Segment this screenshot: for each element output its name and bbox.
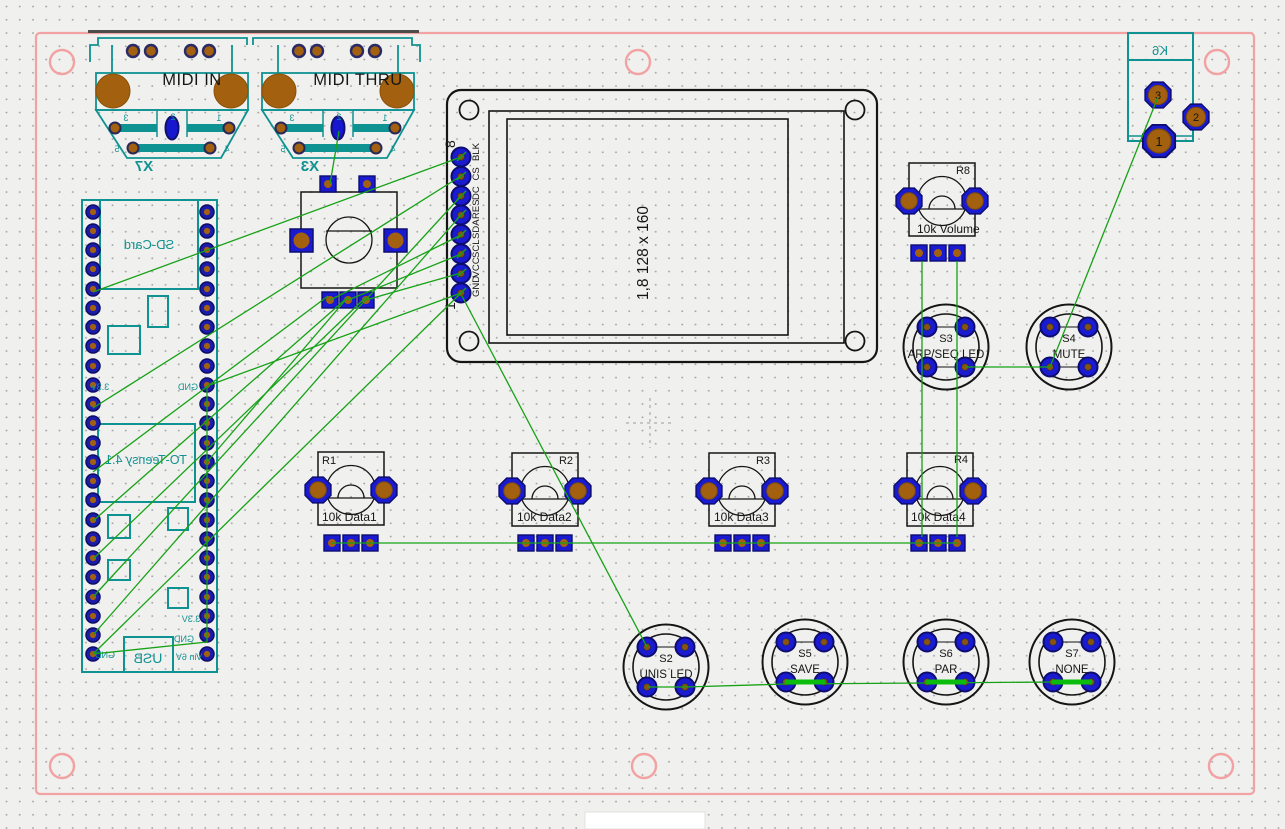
pin-label: VCC — [471, 257, 482, 277]
k6-ref: K6 — [1152, 43, 1168, 58]
pot-ref: R2 — [559, 455, 573, 467]
button-label: MUTE — [1053, 349, 1086, 361]
button-label: PAR — [935, 664, 958, 676]
vin-label: Vin 6V — [176, 652, 202, 662]
k6-pin-number: 3 — [1155, 90, 1161, 102]
pin-label: BLK — [471, 142, 482, 161]
pin-number: 3 — [123, 113, 128, 123]
pin-number: 1 — [382, 113, 387, 123]
pot-value: 10k Data1 — [322, 510, 377, 524]
pot-pin-pads[interactable] — [911, 245, 965, 261]
pot-value: 10k Data4 — [911, 510, 966, 524]
pot-ref: R4 — [954, 454, 968, 466]
button-ref: S6 — [939, 648, 952, 660]
button-label: ARP/SEQ LED — [908, 349, 985, 361]
display-size-label: 1,8 128 x 160 — [635, 206, 652, 300]
pot-ref: R1 — [322, 455, 336, 467]
pot-value: 10k Data2 — [517, 510, 572, 524]
pot-ref: R3 — [756, 455, 770, 467]
midi-in-ref: X7 — [135, 158, 153, 175]
v33-label: 3.3V — [91, 382, 110, 392]
k6-pin-number: 2 — [1193, 112, 1199, 124]
pin-number: 5 — [280, 144, 285, 154]
pin-number: 1 — [216, 113, 221, 123]
gnd-label: GND — [178, 382, 199, 392]
pin-label: GND — [471, 276, 482, 297]
usb-label: USB — [134, 650, 163, 666]
pin-number: 5 — [114, 144, 119, 154]
button-label: NONE — [1055, 664, 1089, 676]
pin-label: CS — [471, 167, 482, 180]
pot-value: 10k Volume — [917, 222, 980, 236]
midi-in-label: MIDI IN — [162, 71, 221, 89]
midi-thru-ref: X3 — [301, 158, 319, 175]
midi-thru-label: MIDI THRU — [313, 71, 402, 89]
button-ref: S4 — [1062, 333, 1075, 345]
button-label: SAVE — [790, 664, 820, 676]
pin8-number: 8 — [442, 140, 458, 148]
pot-ref: R8 — [956, 165, 970, 177]
pin-label: DC — [471, 186, 482, 200]
pin-number: 4 — [224, 144, 229, 154]
pin-number: 2 — [336, 112, 341, 122]
button-ref: S3 — [939, 333, 952, 345]
pcb-canvas[interactable]: MIDI IN X7 3 2 1 5 4 MIDI THRU X3 3 2 1 — [0, 0, 1285, 829]
button-ref: S7 — [1065, 648, 1078, 660]
pin-number: 4 — [390, 144, 395, 154]
pin-label: SDA — [471, 219, 482, 239]
gnd-label: GND — [174, 634, 195, 644]
pin-label: RES — [471, 199, 482, 219]
pin-number: 3 — [289, 113, 294, 123]
sd-card-label: SD-Card — [124, 237, 175, 252]
pin-label: SCL — [471, 240, 482, 258]
button-ref: S5 — [798, 648, 811, 660]
pin-number: 2 — [170, 112, 175, 122]
button-ref: S2 — [659, 653, 672, 665]
v33-label: 3.3V — [182, 614, 201, 624]
k6-pin-number: 1 — [1155, 134, 1162, 149]
canvas-blank-overlay — [585, 812, 705, 829]
pcb-editor-stage: MIDI IN X7 3 2 1 5 4 MIDI THRU X3 3 2 1 — [0, 0, 1285, 829]
teensy-name-label: TO-Teensy 4.1 — [105, 453, 187, 467]
pot-value: 10k Data3 — [714, 510, 769, 524]
button-label: UNIS LED — [639, 669, 692, 681]
